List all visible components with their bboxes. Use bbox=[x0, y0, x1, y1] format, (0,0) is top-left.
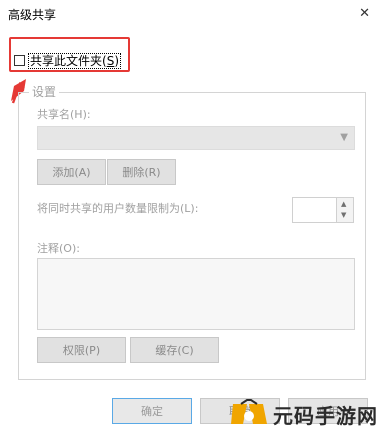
share-name-select[interactable]: ▼ bbox=[37, 126, 355, 150]
caching-button[interactable]: 缓存(C) bbox=[130, 337, 219, 363]
remove-button[interactable]: 删除(R) bbox=[107, 159, 176, 185]
user-limit-spinner[interactable]: ▲ ▼ bbox=[292, 197, 354, 223]
share-name-label: 共享名(H): bbox=[37, 108, 91, 121]
watermark: 元码手游网 bbox=[229, 398, 378, 430]
settings-legend: 设置 bbox=[29, 83, 60, 100]
spinner-buttons[interactable]: ▲ ▼ bbox=[336, 198, 353, 222]
watermark-text: 元码手游网 bbox=[273, 403, 378, 428]
permissions-button[interactable]: 权限(P) bbox=[37, 337, 126, 363]
spin-up-icon[interactable]: ▲ bbox=[341, 200, 346, 208]
comment-label: 注释(O): bbox=[37, 242, 80, 255]
spin-down-icon[interactable]: ▼ bbox=[341, 211, 346, 219]
ok-button[interactable]: 确定 bbox=[112, 398, 192, 424]
limit-users-label: 将同时共享的用户数量限制为(L): bbox=[37, 202, 199, 215]
comment-textarea[interactable] bbox=[37, 258, 355, 330]
add-button[interactable]: 添加(A) bbox=[37, 159, 106, 185]
chevron-down-icon[interactable]: ▼ bbox=[340, 132, 348, 143]
watermark-logo-icon bbox=[231, 399, 267, 424]
